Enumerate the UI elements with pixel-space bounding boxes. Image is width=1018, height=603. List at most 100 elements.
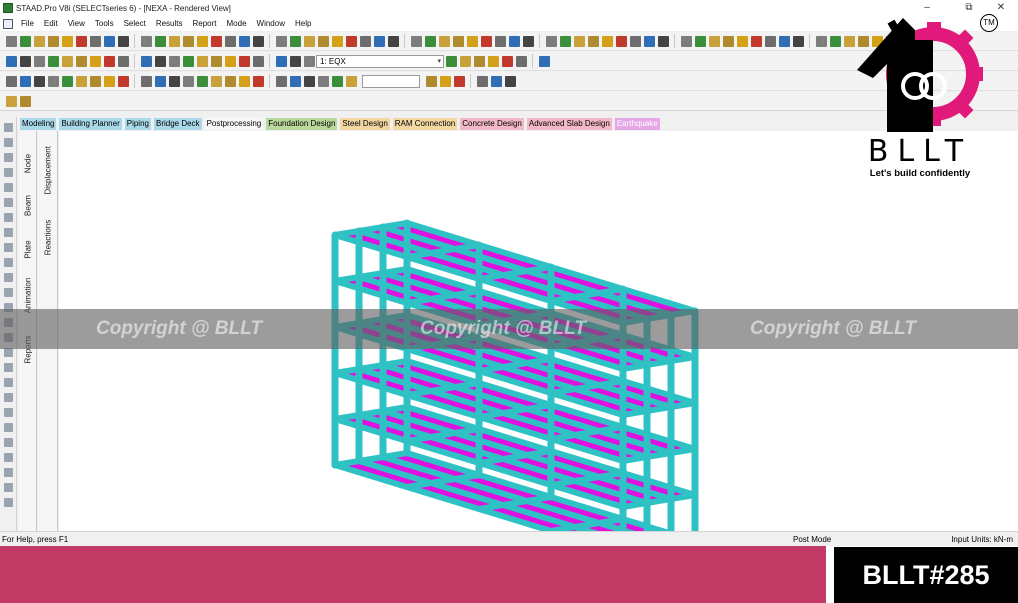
toolbar-tool-icon[interactable]	[764, 35, 776, 47]
toolbar-tool-icon[interactable]	[196, 35, 208, 47]
toolbar-tool-icon[interactable]	[154, 55, 166, 67]
left-tool-icon[interactable]	[4, 243, 13, 252]
toolbar-tool-icon[interactable]	[373, 35, 385, 47]
left-tool-icon[interactable]	[4, 138, 13, 147]
toolbar-tool-icon[interactable]	[522, 35, 534, 47]
menu-view[interactable]: View	[63, 19, 90, 28]
left-tool-icon[interactable]	[4, 468, 13, 477]
toolbar-tool-icon[interactable]	[453, 75, 465, 87]
tab-piping[interactable]: Piping	[124, 117, 151, 130]
left-tool-icon[interactable]	[4, 498, 13, 507]
toolbar-tool-icon[interactable]	[629, 35, 641, 47]
left-tool-icon[interactable]	[4, 258, 13, 267]
toolbar-tool-icon[interactable]	[5, 95, 17, 107]
toolbar-tool-icon[interactable]	[476, 75, 488, 87]
toolbar-tool-icon[interactable]	[168, 75, 180, 87]
toolbar-tool-icon[interactable]	[445, 55, 457, 67]
toolbar-tool-icon[interactable]	[252, 75, 264, 87]
toolbar-tool-icon[interactable]	[275, 75, 287, 87]
toolbar-tool-icon[interactable]	[317, 35, 329, 47]
toolbar-tool-icon[interactable]	[61, 35, 73, 47]
toolbar-tool-icon[interactable]	[252, 35, 264, 47]
left-tool-icon[interactable]	[4, 168, 13, 177]
toolbar-tool-icon[interactable]	[538, 55, 550, 67]
toolbar-tool-icon[interactable]	[657, 35, 669, 47]
toolbar-tool-icon[interactable]	[252, 55, 264, 67]
left-tool-icon[interactable]	[4, 273, 13, 282]
tab-postprocessing[interactable]: Postprocessing	[204, 117, 264, 130]
toolbar-tool-icon[interactable]	[154, 75, 166, 87]
toolbar-tool-icon[interactable]	[466, 35, 478, 47]
toolbar-tool-icon[interactable]	[750, 35, 762, 47]
toolbar-tool-icon[interactable]	[587, 35, 599, 47]
toolbar-tool-icon[interactable]	[182, 55, 194, 67]
toolbar-tool-icon[interactable]	[473, 55, 485, 67]
left-tool-icon[interactable]	[4, 438, 13, 447]
toolbar-tool-icon[interactable]	[210, 35, 222, 47]
left-tool-icon[interactable]	[4, 408, 13, 417]
toolbar-tool-icon[interactable]	[117, 75, 129, 87]
toolbar-tool-icon[interactable]	[19, 75, 31, 87]
left-tool-icon[interactable]	[4, 378, 13, 387]
toolbar-tool-icon[interactable]	[303, 55, 315, 67]
toolbar-tool-icon[interactable]	[196, 75, 208, 87]
toolbar-tool-icon[interactable]	[778, 35, 790, 47]
left-tool-icon[interactable]	[4, 153, 13, 162]
toolbar-tool-icon[interactable]	[117, 35, 129, 47]
toolbar-tool-icon[interactable]	[47, 35, 59, 47]
toolbar-tool-icon[interactable]	[154, 35, 166, 47]
menu-select[interactable]: Select	[119, 19, 151, 28]
toolbar-tool-icon[interactable]	[643, 35, 655, 47]
toolbar-tool-icon[interactable]	[89, 35, 101, 47]
left-tool-icon[interactable]	[4, 123, 13, 132]
toolbar-tool-icon[interactable]	[224, 35, 236, 47]
tab-earthquake[interactable]: Earthquake	[614, 117, 660, 130]
toolbar-tool-icon[interactable]	[210, 55, 222, 67]
toolbar-tool-icon[interactable]	[61, 55, 73, 67]
toolbar-tool-icon[interactable]	[487, 55, 499, 67]
toolbar-tool-icon[interactable]	[504, 75, 516, 87]
toolbar-tool-icon[interactable]	[792, 35, 804, 47]
left-tool-icon[interactable]	[4, 288, 13, 297]
toolbar-tool-icon[interactable]	[680, 35, 692, 47]
toolbar-tool-icon[interactable]	[515, 55, 527, 67]
toolbar-tool-icon[interactable]	[410, 35, 422, 47]
toolbar-tool-icon[interactable]	[601, 35, 613, 47]
menu-report[interactable]: Report	[188, 19, 222, 28]
toolbar-tool-icon[interactable]	[224, 75, 236, 87]
toolbar-tool-icon[interactable]	[75, 35, 87, 47]
menu-tools[interactable]: Tools	[90, 19, 119, 28]
toolbar-tool-icon[interactable]	[5, 55, 17, 67]
toolbar-tool-icon[interactable]	[829, 35, 841, 47]
toolbar-tool-icon[interactable]	[559, 35, 571, 47]
tab-advanced-slab-design[interactable]: Advanced Slab Design	[526, 117, 612, 130]
left-tool-icon[interactable]	[4, 423, 13, 432]
toolbar-tool-icon[interactable]	[452, 35, 464, 47]
toolbar-tool-icon[interactable]	[615, 35, 627, 47]
toolbar-tool-icon[interactable]	[289, 55, 301, 67]
toolbar-tool-icon[interactable]	[47, 55, 59, 67]
toolbar-tool-icon[interactable]	[5, 35, 17, 47]
left-tool-icon[interactable]	[4, 198, 13, 207]
side-tab-reactions[interactable]: Reactions	[39, 211, 57, 256]
toolbar-tool-icon[interactable]	[275, 55, 287, 67]
menu-help[interactable]: Help	[290, 19, 316, 28]
toolbar-tool-icon[interactable]	[117, 55, 129, 67]
toolbar-tool-icon[interactable]	[19, 35, 31, 47]
left-tool-icon[interactable]	[4, 228, 13, 237]
menu-file[interactable]: File	[16, 19, 39, 28]
toolbar-tool-icon[interactable]	[359, 35, 371, 47]
toolbar-tool-icon[interactable]	[480, 35, 492, 47]
toolbar-tool-icon[interactable]	[5, 75, 17, 87]
toolbar-tool-icon[interactable]	[75, 75, 87, 87]
menu-edit[interactable]: Edit	[39, 19, 63, 28]
side-tab-node[interactable]: Node	[19, 137, 37, 177]
toolbar-tool-icon[interactable]	[289, 75, 301, 87]
toolbar-tool-icon[interactable]	[424, 35, 436, 47]
toolbar-tool-icon[interactable]	[103, 75, 115, 87]
toolbar-tool-icon[interactable]	[33, 55, 45, 67]
toolbar-tool-icon[interactable]	[140, 75, 152, 87]
side-tab-beam[interactable]: Beam	[19, 179, 37, 219]
toolbar-tool-icon[interactable]	[494, 35, 506, 47]
toolbar-tool-icon[interactable]	[438, 35, 450, 47]
